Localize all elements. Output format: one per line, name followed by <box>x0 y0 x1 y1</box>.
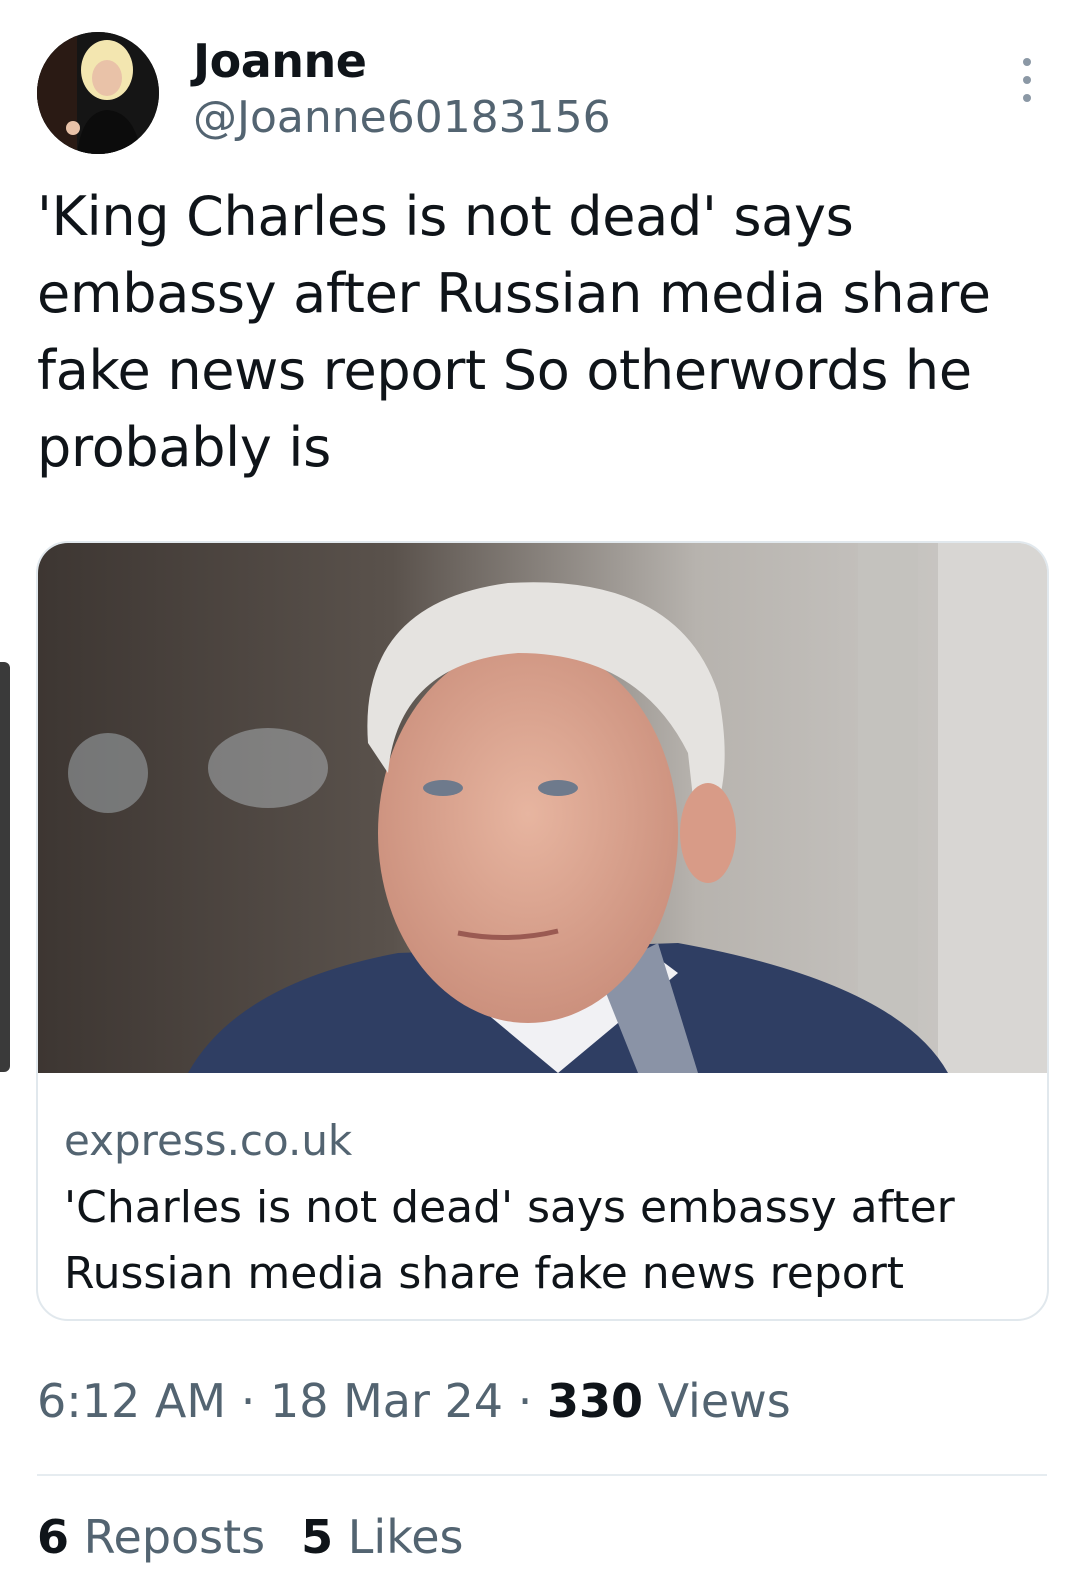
link-domain: express.co.uk <box>64 1116 353 1165</box>
likes-count: 5 <box>301 1510 334 1564</box>
tweet-date[interactable]: 18 Mar 24 <box>270 1374 503 1428</box>
display-name[interactable]: Joanne <box>193 34 367 88</box>
reposts-link[interactable]: 6 Reposts <box>37 1510 265 1564</box>
dot <box>1023 76 1031 84</box>
engagement-stats: 6 Reposts 5 Likes <box>37 1510 463 1564</box>
profile-photo-avatar-icon <box>37 32 159 154</box>
news-photo-icon <box>38 543 1047 1073</box>
views-count: 330 <box>546 1374 643 1428</box>
dot <box>1023 58 1031 66</box>
likes-label: Likes <box>347 1510 464 1564</box>
views-label: Views <box>657 1374 791 1428</box>
link-card[interactable]: express.co.uk 'Charles is not dead' says… <box>36 541 1049 1321</box>
likes-link[interactable]: 5 Likes <box>301 1510 463 1564</box>
tweet-header: Joanne @Joanne60183156 <box>37 30 1047 156</box>
tweet-meta: 6:12 AM · 18 Mar 24 · 330 Views <box>37 1374 791 1428</box>
link-title[interactable]: 'Charles is not dead' says embassy after… <box>64 1175 1025 1307</box>
link-card-body[interactable]: express.co.uk 'Charles is not dead' says… <box>38 1073 1047 1319</box>
reposts-count: 6 <box>37 1510 70 1564</box>
meta-separator: · <box>517 1374 533 1428</box>
reposts-label: Reposts <box>83 1510 266 1564</box>
user-handle[interactable]: @Joanne60183156 <box>193 92 611 143</box>
scroll-indicator[interactable] <box>0 662 10 1072</box>
meta-separator: · <box>240 1374 256 1428</box>
more-vertical-icon[interactable] <box>1007 58 1047 102</box>
dot <box>1023 94 1031 102</box>
tweet-time[interactable]: 6:12 AM <box>37 1374 226 1428</box>
divider <box>37 1474 1047 1476</box>
avatar[interactable] <box>37 32 159 154</box>
tweet-text: 'King Charles is not dead' says embassy … <box>37 185 991 479</box>
